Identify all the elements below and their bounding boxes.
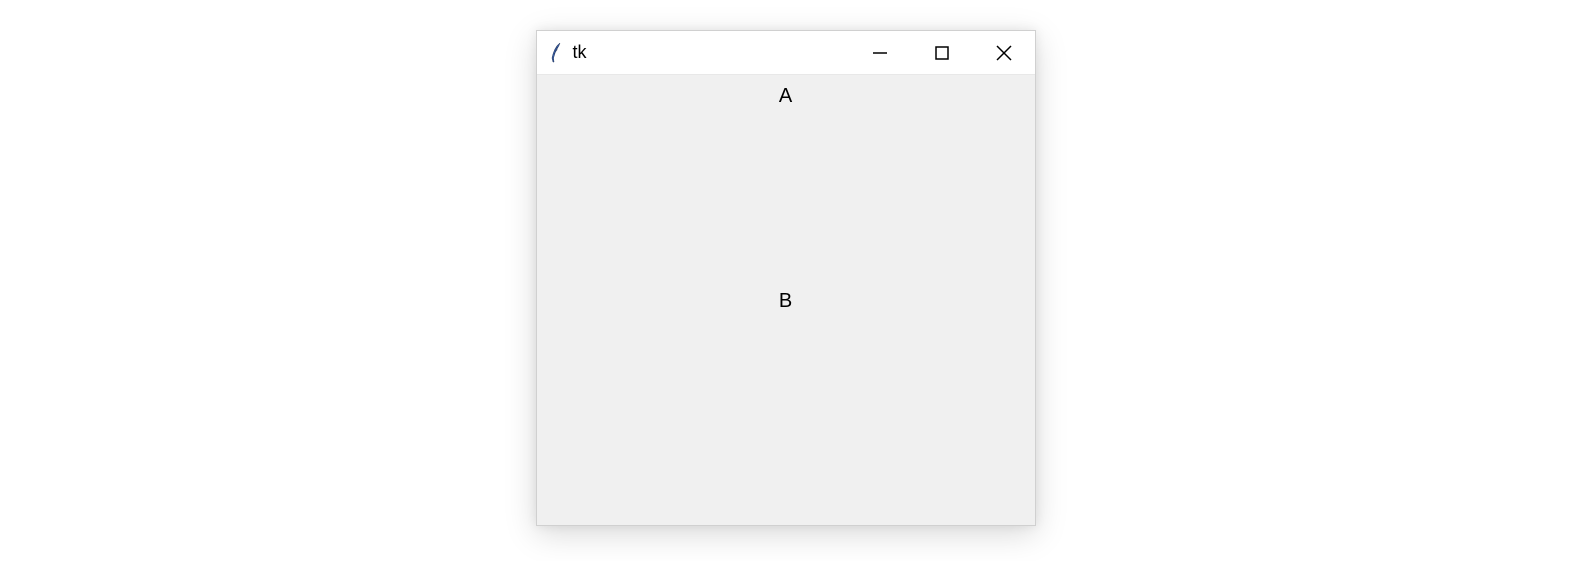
titlebar-left: tk: [547, 42, 587, 64]
close-button[interactable]: [973, 31, 1035, 74]
window-title: tk: [573, 42, 587, 63]
maximize-button[interactable]: [911, 31, 973, 74]
tkinter-window: tk A B: [536, 30, 1036, 526]
feather-icon: [547, 42, 565, 64]
titlebar[interactable]: tk: [537, 31, 1035, 75]
window-controls: [849, 31, 1035, 74]
client-area: A B: [537, 75, 1035, 525]
label-b: B: [537, 290, 1035, 313]
label-a: A: [537, 85, 1035, 108]
minimize-button[interactable]: [849, 31, 911, 74]
